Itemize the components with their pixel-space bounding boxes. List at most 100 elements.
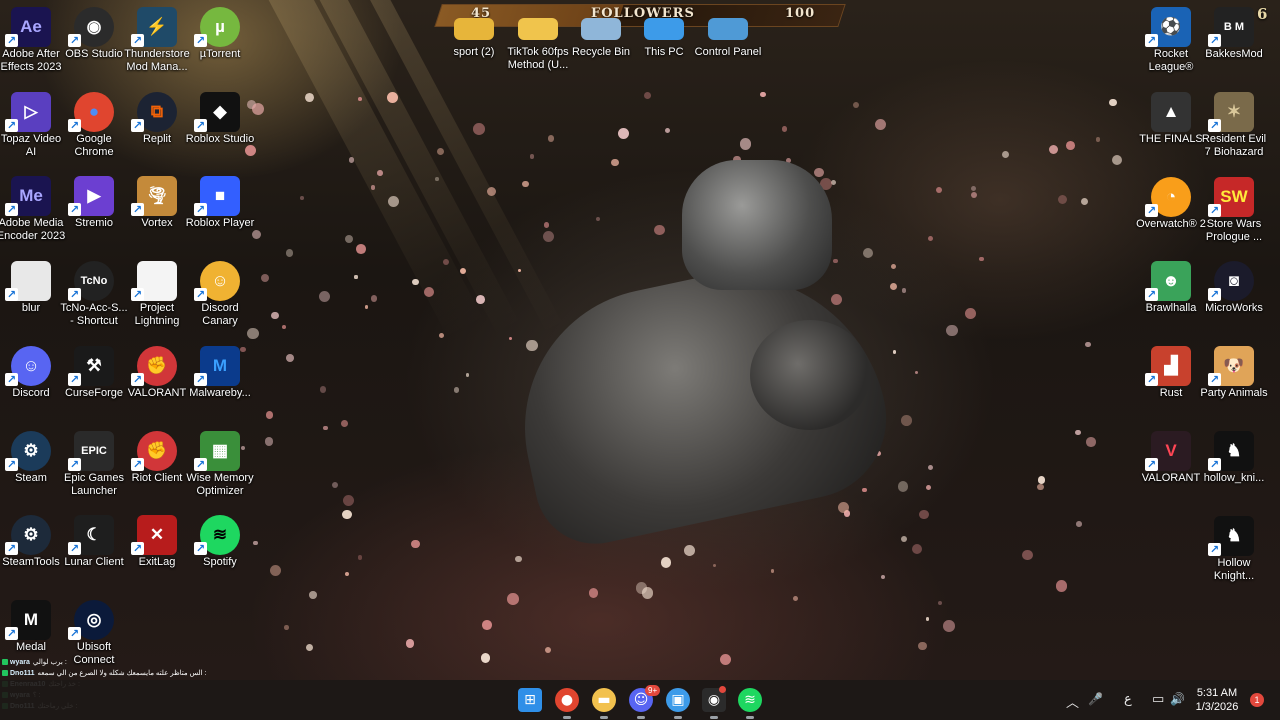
- knight-shoulder: [750, 320, 870, 430]
- desktop-shortcut-exitlag[interactable]: ✕ ↗ ExitLag: [121, 510, 193, 594]
- flower: [356, 244, 366, 254]
- desktop-shortcut-rust[interactable]: ▟ ↗ Rust: [1135, 341, 1207, 425]
- volume-icon[interactable]: 🔊: [1170, 692, 1185, 706]
- start-icon[interactable]: ⊞: [518, 688, 542, 712]
- desktop-shortcut-malwarebytes[interactable]: M ↗ Malwareby...: [184, 341, 256, 425]
- desktop-shortcut-hollow-knight[interactable]: ♞ ↗ Hollow Knight...: [1198, 511, 1270, 595]
- desktop-shortcut-obs[interactable]: ◉ ↗ OBS Studio: [58, 2, 130, 86]
- desktop-shortcut-vortex[interactable]: 🌪 ↗ Vortex: [121, 171, 193, 255]
- desktop-shortcut-discord-canary[interactable]: ☺ ↗ Discord Canary: [184, 256, 256, 340]
- desktop-shortcut-brawlhalla[interactable]: ☻ ↗ Brawlhalla: [1135, 256, 1207, 340]
- icon-label: Google Chrome: [74, 132, 114, 158]
- desktop-shortcut-lunar-client[interactable]: ☾ ↗ Lunar Client: [58, 510, 130, 594]
- flower: [305, 92, 315, 102]
- icon-label: Stremio: [75, 217, 113, 230]
- desktop-shortcut-folder[interactable]: TikTok 60fps Method (U...: [502, 0, 574, 76]
- flower: [942, 620, 955, 633]
- desktop-shortcut-resident-evil[interactable]: ✶ ↗ Resident Evil 7 Biohazard: [1198, 87, 1270, 171]
- desktop-shortcut-steamtools[interactable]: ⚙ ↗ SteamTools: [0, 510, 67, 594]
- icon-label: Wise Memory Optimizer: [186, 471, 254, 497]
- shortcut-arrow-icon: ↗: [5, 542, 18, 556]
- desktop-shortcut-media-encoder[interactable]: Me ↗ Adobe Media Encoder 2023: [0, 171, 67, 255]
- desktop-shortcut-tcno[interactable]: TcNo ↗ TcNo-Acc-S... - Shortcut: [58, 256, 130, 340]
- chrome-taskbar-icon[interactable]: ●: [555, 688, 579, 712]
- flower: [261, 274, 270, 283]
- desktop-shortcut-discord[interactable]: ☺ ↗ Discord: [0, 341, 67, 425]
- file-explorer-icon[interactable]: ▬: [592, 688, 616, 712]
- desktop-shortcut-roblox-studio[interactable]: ◆ ↗ Roblox Studio: [184, 87, 256, 171]
- flower: [831, 180, 837, 186]
- shortcut-arrow-icon: ↗: [5, 288, 18, 302]
- desktop-shortcut-stremio[interactable]: ▶ ↗ Stremio: [58, 171, 130, 255]
- flower: [265, 411, 274, 419]
- desktop-shortcut-rocket-league[interactable]: ⚽ ↗ Rocket League®: [1135, 2, 1207, 86]
- desktop-shortcut-bakkesmod[interactable]: B M ↗ BakkesMod: [1198, 2, 1270, 86]
- desktop-shortcut-document[interactable]: ↗ Project Lightning: [121, 256, 193, 340]
- desktop-shortcut-thunderstore[interactable]: ⚡ ↗ Thunderstore Mod Mana...: [121, 2, 193, 86]
- flower: [269, 564, 282, 577]
- desktop-shortcut-after-effects[interactable]: Ae ↗ Adobe After Effects 2023: [0, 2, 67, 86]
- icon-label: Medal: [16, 640, 46, 653]
- flower: [925, 617, 930, 621]
- desktop-shortcut-overwatch[interactable]: ◔ ↗ Overwatch® 2: [1135, 172, 1207, 256]
- desktop-shortcut-riot-client[interactable]: ✊ ↗ Riot Client: [121, 426, 193, 510]
- desktop-shortcut-chrome[interactable]: ● ↗ Google Chrome: [58, 87, 130, 171]
- notification-badge[interactable]: 1: [1250, 693, 1264, 707]
- desktop-shortcut-folder[interactable]: sport (2): [438, 0, 510, 76]
- icon-label: Roblox Studio: [185, 132, 255, 145]
- photos-taskbar-icon[interactable]: ▣: [666, 688, 690, 712]
- desktop-shortcut-utorrent[interactable]: µ ↗ µTorrent: [184, 2, 256, 86]
- shortcut-arrow-icon: ↗: [68, 288, 81, 302]
- icon-label: Lunar Client: [64, 556, 124, 569]
- desktop-shortcut-control-panel[interactable]: Control Panel: [692, 0, 764, 76]
- flower: [914, 371, 919, 375]
- desktop-shortcut-riot-valorant[interactable]: ✊ ↗ VALORANT: [121, 341, 193, 425]
- flower: [487, 187, 497, 197]
- flower: [1037, 483, 1044, 491]
- flower: [862, 247, 873, 258]
- flower: [890, 282, 898, 290]
- shortcut-arrow-icon: ↗: [131, 372, 144, 386]
- network-icon[interactable]: ▭: [1152, 692, 1164, 707]
- system-clock[interactable]: 5:31 AM 1/3/2026: [1192, 686, 1242, 714]
- desktop-shortcut-recycle-bin[interactable]: Recycle Bin: [565, 0, 637, 76]
- flower: [348, 157, 355, 163]
- desktop-shortcut-party-animals[interactable]: 🐶 ↗ Party Animals: [1198, 341, 1270, 425]
- desktop-shortcut-replit[interactable]: ⧉ ↗ Replit: [121, 87, 193, 171]
- flower: [412, 279, 419, 286]
- desktop-shortcut-wise-memory[interactable]: ▦ ↗ Wise Memory Optimizer: [184, 426, 256, 510]
- desktop-shortcut-steam[interactable]: ⚙ ↗ Steam: [0, 426, 67, 510]
- icon-label: MicroWorks: [1205, 302, 1263, 314]
- flower: [970, 186, 976, 192]
- desktop-shortcut-roblox-player[interactable]: ■ ↗ Roblox Player: [184, 171, 256, 255]
- shortcut-arrow-icon: ↗: [1208, 373, 1221, 386]
- flower: [284, 625, 289, 630]
- microphone-icon[interactable]: 🎤: [1088, 692, 1103, 706]
- flower: [1066, 141, 1076, 150]
- desktop-shortcut-epic-games[interactable]: EPIC ↗ Epic Games Launcher: [58, 426, 130, 510]
- icon-label: Discord: [12, 386, 50, 399]
- desktop-shortcut-store-wars[interactable]: SW ↗ Store Wars Prologue ...: [1198, 172, 1270, 256]
- flower: [1076, 521, 1082, 527]
- icon-label: Thunderstore Mod Mana...: [124, 48, 190, 73]
- desktop-shortcut-spotify[interactable]: ≋ ↗ Spotify: [184, 510, 256, 594]
- desktop-shortcut-hollow-knight-file[interactable]: ♞ ↗ hollow_kni...: [1198, 426, 1270, 510]
- desktop-shortcut-curseforge[interactable]: ⚒ ↗ CurseForge: [58, 341, 130, 425]
- desktop-shortcut-topaz[interactable]: ▷ ↗ Topaz Video AI: [0, 87, 67, 171]
- shortcut-arrow-icon: ↗: [194, 118, 207, 132]
- flower: [1086, 437, 1096, 447]
- desktop-shortcut-blur-file[interactable]: ↗ blur: [0, 256, 67, 340]
- input-language-indicator[interactable]: ع: [1124, 692, 1132, 707]
- icon-label: Hollow Knight...: [1213, 557, 1255, 582]
- desktop-shortcut-valorant[interactable]: V ↗ VALORANT: [1135, 426, 1207, 510]
- desktop-shortcut-the-finals[interactable]: ▲ THE FINALS: [1135, 87, 1207, 171]
- flower: [342, 509, 352, 519]
- shortcut-arrow-icon: ↗: [194, 203, 207, 217]
- flower: [354, 275, 358, 279]
- icon-label: BakkesMod: [1205, 48, 1263, 60]
- desktop-shortcut-this-pc[interactable]: This PC: [628, 0, 700, 76]
- flower: [919, 509, 929, 520]
- tray-chevron-icon[interactable]: ︿: [1066, 692, 1079, 711]
- spotify-taskbar-icon[interactable]: ≋: [738, 688, 762, 712]
- desktop-shortcut-microworks[interactable]: ◙ ↗ MicroWorks: [1198, 256, 1270, 340]
